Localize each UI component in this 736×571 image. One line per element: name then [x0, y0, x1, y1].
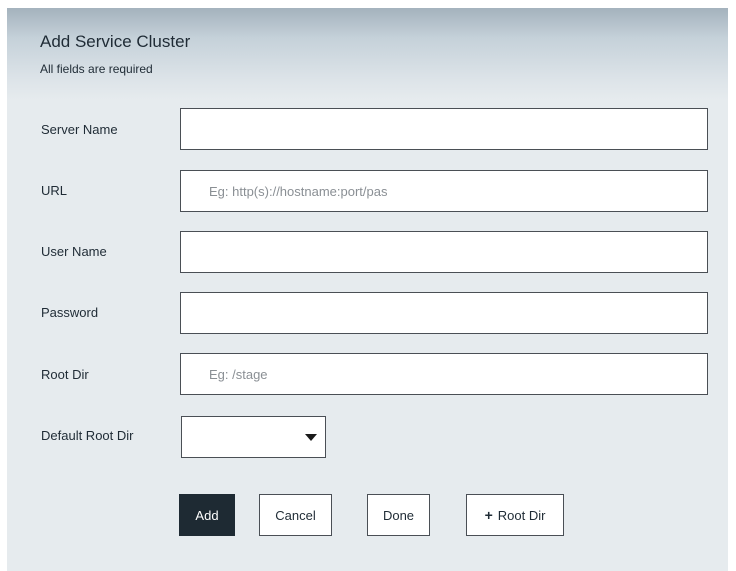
root-dir-label: Root Dir	[41, 367, 89, 382]
user-name-input[interactable]	[180, 231, 708, 273]
user-name-label: User Name	[41, 244, 107, 259]
root-dir-input[interactable]	[180, 353, 708, 395]
caret-down-icon	[305, 434, 317, 441]
add-root-dir-button-label: Root Dir	[497, 507, 546, 523]
default-root-dir-select[interactable]	[181, 416, 326, 458]
password-input[interactable]	[180, 292, 708, 334]
plus-icon: +	[484, 507, 493, 523]
dialog-header: Add Service Cluster All fields are requi…	[7, 8, 728, 100]
url-label: URL	[41, 183, 68, 198]
add-button[interactable]: Add	[179, 494, 235, 536]
server-name-label: Server Name	[41, 122, 118, 137]
dialog-subtitle: All fields are required	[40, 62, 153, 76]
default-root-dir-label: Default Root Dir	[41, 428, 134, 443]
add-root-dir-button[interactable]: + Root Dir	[466, 494, 564, 536]
done-button[interactable]: Done	[367, 494, 430, 536]
password-label: Password	[41, 305, 99, 320]
cancel-button[interactable]: Cancel	[259, 494, 332, 536]
add-service-cluster-dialog: Add Service Cluster All fields are requi…	[7, 8, 728, 571]
dialog-title: Add Service Cluster	[40, 32, 191, 51]
server-name-input[interactable]	[180, 108, 708, 150]
url-input[interactable]	[180, 170, 708, 212]
